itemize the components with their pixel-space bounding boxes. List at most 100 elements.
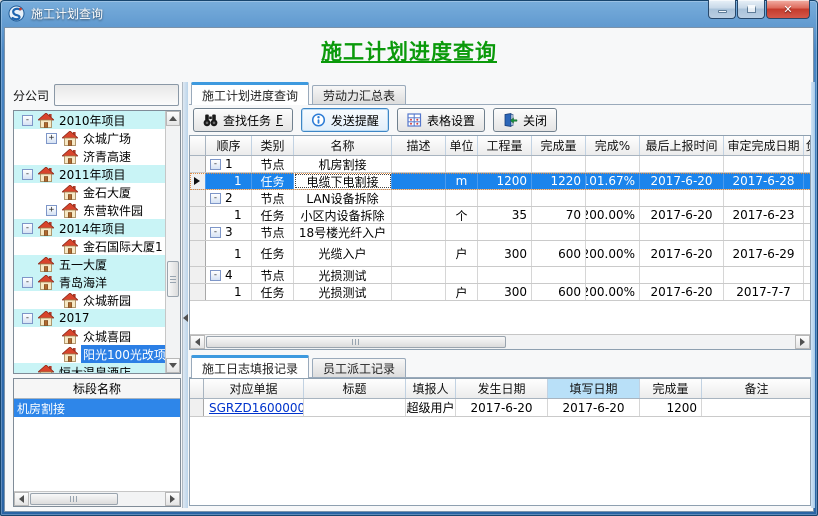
tab-labor-summary[interactable]: 劳动力汇总表	[312, 85, 406, 104]
column-header[interactable]: 完成量	[532, 136, 586, 155]
close-panel-button[interactable]: 关闭	[493, 108, 557, 132]
scroll-right-icon[interactable]	[795, 335, 810, 349]
column-header[interactable]: 负责人	[804, 136, 811, 155]
tab-staff-dispatch[interactable]: 员工派工记录	[312, 358, 406, 377]
maximize-button[interactable]	[737, 0, 765, 19]
column-header[interactable]: 填报人	[406, 379, 456, 398]
cell-desc	[392, 207, 446, 223]
button-label: 查找任务	[223, 112, 271, 129]
column-header[interactable]: 填写日期	[548, 379, 640, 398]
tree-item[interactable]: -2011年项目	[14, 165, 165, 183]
house-icon	[38, 257, 54, 272]
scrollbar-thumb[interactable]	[206, 336, 506, 348]
tree-item[interactable]: 金石大厦	[14, 183, 165, 201]
row-selector[interactable]	[190, 224, 206, 240]
scroll-right-icon[interactable]	[165, 492, 180, 506]
column-header[interactable]: 对应单据	[204, 379, 304, 398]
section-item[interactable]: 机房割接	[14, 399, 180, 417]
table-row[interactable]: -4节点光损测试	[190, 267, 810, 284]
scroll-up-icon[interactable]	[166, 111, 180, 126]
row-selector[interactable]	[190, 241, 206, 266]
column-header[interactable]: 单位	[446, 136, 478, 155]
table-row[interactable]: 1任务光缆入户户300600200.00%2017-6-202017-6-29	[190, 241, 810, 267]
tree-item[interactable]: 金石国际大厦1	[14, 237, 165, 255]
seq-value: 3	[225, 225, 233, 239]
scrollbar-thumb[interactable]	[30, 493, 118, 505]
column-header[interactable]: 描述	[392, 136, 446, 155]
table-row[interactable]: -1节点机房割接	[190, 156, 810, 173]
column-header[interactable]: 完成%	[586, 136, 640, 155]
collapse-node-icon[interactable]: -	[22, 277, 33, 288]
scroll-down-icon[interactable]	[166, 358, 180, 373]
table-settings-button[interactable]: 表格设置	[397, 108, 485, 132]
tree-scrollbar[interactable]	[165, 111, 180, 373]
collapse-node-icon[interactable]: -	[22, 169, 33, 180]
cell-resp	[804, 241, 810, 266]
column-header[interactable]: 完成量	[640, 379, 702, 398]
table-row[interactable]: 1任务小区内设备拆除个3570200.00%2017-6-202017-6-23	[190, 207, 810, 224]
close-button[interactable]: ✕	[766, 0, 810, 19]
table-row[interactable]: -3节点18号楼光纤入户	[190, 224, 810, 241]
send-reminder-button[interactable]: 发送提醒	[301, 108, 389, 132]
column-header[interactable]: 审定完成日期	[724, 136, 804, 155]
expand-node-icon[interactable]: +	[46, 205, 57, 216]
row-selector[interactable]	[190, 173, 206, 189]
row-selector[interactable]	[190, 267, 206, 283]
tab-progress-query[interactable]: 施工计划进度查询	[191, 82, 309, 105]
row-selector[interactable]	[190, 207, 206, 223]
tree-item[interactable]: 众城新园	[14, 291, 165, 309]
expand-node-icon[interactable]: +	[46, 133, 57, 144]
cell-last_report: 2017-6-20	[640, 284, 724, 300]
row-selector[interactable]	[190, 399, 204, 416]
tree-item[interactable]: 众城喜园	[14, 327, 165, 345]
collapse-node-icon[interactable]: -	[22, 313, 33, 324]
titlebar[interactable]: 施工计划查询 ✕	[0, 0, 818, 27]
column-header[interactable]: 备注	[702, 379, 811, 398]
row-selector[interactable]	[190, 284, 206, 300]
panel-splitter[interactable]	[182, 82, 188, 508]
cell-pct: 101.67%	[586, 173, 640, 189]
table-row[interactable]: -2节点LAN设备拆除	[190, 190, 810, 207]
row-selector[interactable]	[190, 190, 206, 206]
column-header[interactable]: 工程量	[478, 136, 532, 155]
row-selector[interactable]	[190, 156, 206, 172]
collapse-node-icon[interactable]: -	[210, 159, 221, 170]
tree-item[interactable]: -2010年项目	[14, 111, 165, 129]
tree-item[interactable]: -2014年项目	[14, 219, 165, 237]
collapse-node-icon[interactable]: -	[210, 270, 221, 281]
column-header[interactable]: 标题	[304, 379, 406, 398]
cell-type: 任务	[252, 207, 294, 223]
table-row[interactable]: 1任务电缆下电割接m12001220101.67%2017-6-202017-6…	[190, 173, 810, 190]
table-row[interactable]: 1任务光损测试户300600200.00%2017-6-202017-7-7	[190, 284, 810, 301]
scroll-left-icon[interactable]	[14, 492, 29, 506]
column-header[interactable]: 类别	[252, 136, 294, 155]
company-select[interactable]	[54, 84, 179, 106]
document-link[interactable]: SGRZD160000003	[209, 401, 304, 415]
minimize-button[interactable]	[708, 0, 736, 19]
section-scrollbar[interactable]	[14, 491, 180, 506]
column-header[interactable]: 顺序	[206, 136, 252, 155]
table-row[interactable]: SGRZD160000003超级用户2017-6-202017-6-201200	[190, 399, 810, 417]
cell-done	[532, 224, 586, 240]
find-task-button[interactable]: 查找任务F	[193, 108, 293, 132]
tree-item[interactable]: 阳光100光改项目	[14, 345, 165, 363]
tab-construction-log[interactable]: 施工日志填报记录	[191, 355, 309, 378]
tree-item[interactable]: +众城广场	[14, 129, 165, 147]
scrollbar-thumb[interactable]	[167, 261, 179, 297]
grid-scrollbar[interactable]	[190, 334, 810, 349]
scroll-left-icon[interactable]	[190, 335, 205, 349]
tree-item[interactable]: 济青高速	[14, 147, 165, 165]
collapse-splitter-icon[interactable]	[179, 314, 188, 322]
tree-item[interactable]: 恒大温泉酒店	[14, 363, 165, 373]
column-header[interactable]: 发生日期	[456, 379, 548, 398]
column-header[interactable]: 最后上报时间	[640, 136, 724, 155]
column-header[interactable]: 名称	[294, 136, 392, 155]
tree-item[interactable]: +东营软件园	[14, 201, 165, 219]
collapse-node-icon[interactable]: -	[210, 193, 221, 204]
collapse-node-icon[interactable]: -	[210, 227, 221, 238]
tree-item[interactable]: -2017	[14, 309, 165, 327]
tree-item[interactable]: 五一大厦	[14, 255, 165, 273]
collapse-node-icon[interactable]: -	[22, 115, 33, 126]
tree-item[interactable]: -青岛海洋	[14, 273, 165, 291]
collapse-node-icon[interactable]: -	[22, 223, 33, 234]
